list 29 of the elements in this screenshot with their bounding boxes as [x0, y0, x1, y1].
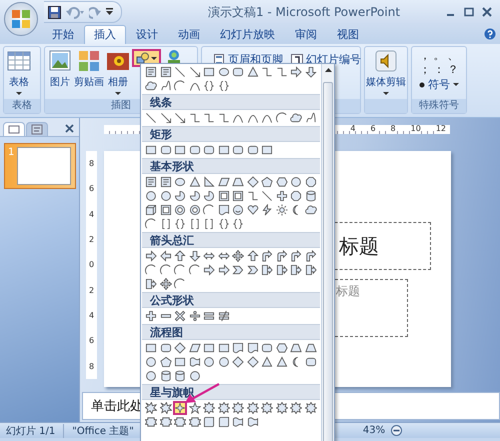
section-heading: 公式形状: [142, 292, 320, 308]
window-title: 演示文稿1 - Microsoft PowerPoint: [206, 4, 402, 20]
placeholder-text: 标题: [336, 284, 360, 298]
ruler-number: 4: [88, 210, 94, 219]
ruler-number: 6: [88, 336, 94, 346]
slide-number: 1: [8, 147, 14, 158]
section-heading: 基本形状: [142, 158, 320, 174]
ruler-number: 6: [370, 125, 376, 134]
ruler-number: 8: [88, 362, 94, 371]
section-heading: 箭头总汇: [142, 232, 320, 248]
section-heading: 星与旗帜: [142, 384, 320, 400]
ruler-number: 10: [410, 125, 421, 134]
section-heading: 线条: [142, 94, 320, 110]
ruler-number: 2: [88, 235, 94, 244]
section-heading: 流程图: [142, 324, 320, 340]
section-heading: 矩形: [142, 126, 320, 142]
group-label: 特殊符号: [412, 99, 466, 113]
zoom-level: 43%: [362, 425, 386, 436]
slide-count: 幻灯片 1/1: [6, 424, 64, 438]
ruler-number: 8: [88, 159, 94, 168]
ruler-number: 0: [88, 260, 94, 270]
ruler-number: 2: [88, 286, 94, 295]
ruler-number: 6: [88, 184, 94, 194]
ruler-number: 4: [88, 311, 94, 320]
ruler-number: 12: [436, 125, 446, 134]
ruler-number: 8: [390, 125, 396, 134]
ruler-number: 4: [350, 125, 356, 134]
placeholder-text: 标题: [339, 234, 379, 258]
group-label: 表格: [4, 99, 40, 113]
